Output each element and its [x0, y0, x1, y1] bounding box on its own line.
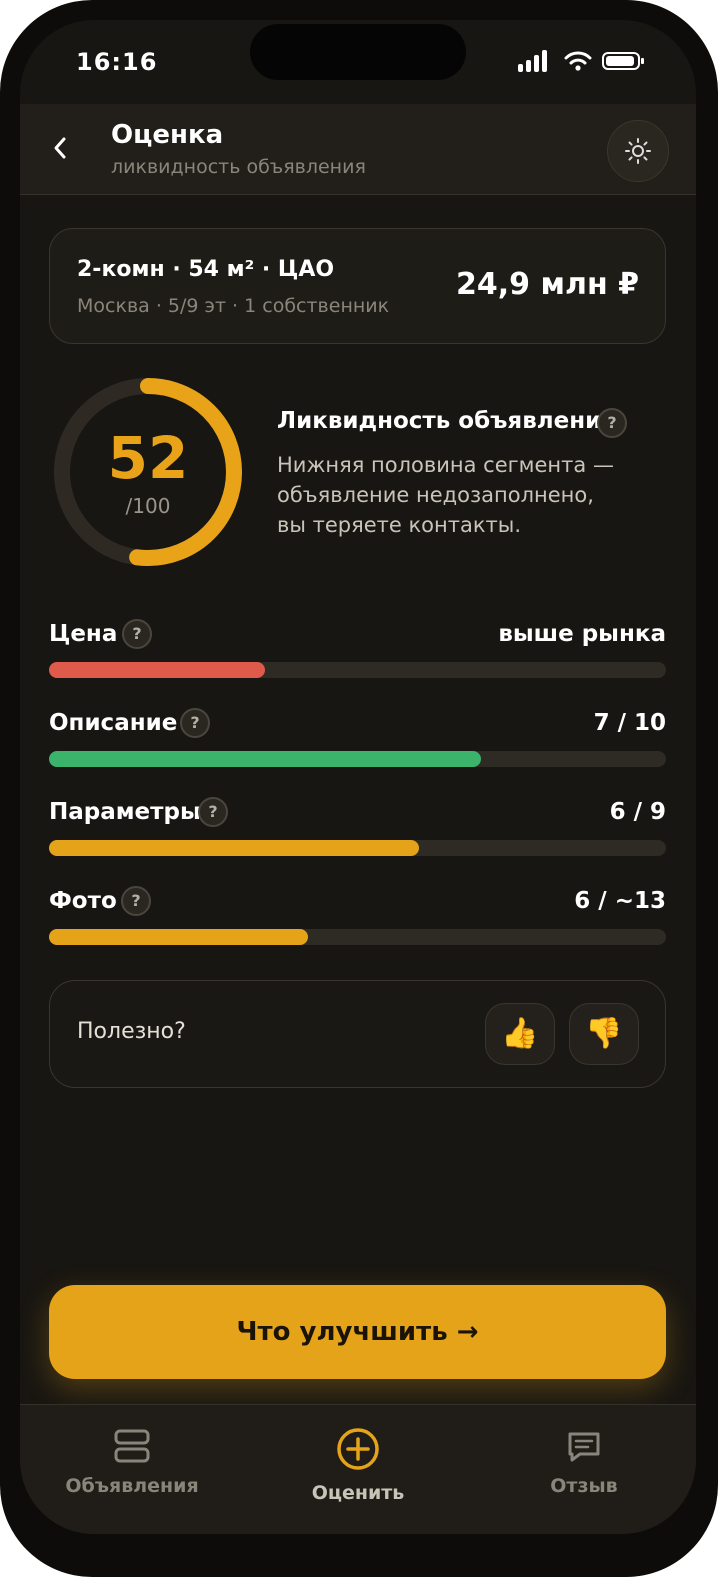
- tab-listings[interactable]: Объявления: [32, 1405, 232, 1515]
- improve-button[interactable]: Что улучшить →: [49, 1285, 666, 1379]
- metric-price: Цена ? выше рынка: [49, 618, 666, 688]
- thumbs-up-icon: 👍: [501, 1016, 539, 1051]
- liquidity-description-line: Нижняя половина сегмента —: [277, 453, 614, 477]
- thumbs-down-button[interactable]: 👎: [569, 1003, 639, 1065]
- metric-parameters: Параметры ? 6 / 9: [49, 796, 666, 866]
- metric-description: Описание ? 7 / 10: [49, 707, 666, 777]
- page-subtitle: ликвидность объявления: [111, 156, 366, 178]
- top-bar: Оценка ликвидность объявления: [20, 104, 696, 195]
- listing-meta: Москва · 5/9 эт · 1 собственник: [77, 295, 390, 317]
- dynamic-island: [250, 24, 466, 80]
- tab-label: Объявления: [65, 1475, 199, 1497]
- liquidity-description: Нижняя половина сегмента — объявление не…: [277, 450, 637, 540]
- metric-fill: [49, 929, 309, 945]
- metric-label: Фото: [49, 888, 117, 914]
- back-button[interactable]: [50, 130, 80, 166]
- metric-label: Параметры: [49, 799, 201, 825]
- liquidity-title: Ликвидность объявления: [277, 408, 616, 434]
- metric-value: выше рынка: [498, 621, 666, 647]
- feedback-card: Полезно? 👍 👎: [49, 980, 666, 1088]
- liquidity-description-line: объявление недозаполнено,: [277, 483, 594, 507]
- metric-fill: [49, 840, 420, 856]
- metric-help-button[interactable]: ?: [122, 619, 152, 649]
- metric-photo: Фото ? 6 / ~13: [49, 885, 666, 955]
- sun-icon: [625, 138, 651, 164]
- metric-help-button[interactable]: ?: [180, 708, 210, 738]
- metric-help-button[interactable]: ?: [198, 797, 228, 827]
- feedback-question: Полезно?: [77, 1019, 186, 1044]
- liquidity-description-line: вы теряете контакты.: [277, 513, 522, 537]
- tab-label: Отзыв: [550, 1475, 618, 1497]
- add-circle-icon: [337, 1428, 379, 1470]
- metric-help-button[interactable]: ?: [121, 886, 151, 916]
- thumbs-down-icon: 👎: [585, 1016, 623, 1051]
- listings-icon: [114, 1429, 150, 1463]
- metric-track: [49, 929, 666, 945]
- chevron-left-icon: [54, 137, 66, 159]
- thumbs-up-button[interactable]: 👍: [485, 1003, 555, 1065]
- feedback-icon: [568, 1432, 600, 1462]
- theme-toggle-button[interactable]: [607, 120, 669, 182]
- metric-track: [49, 840, 666, 856]
- tab-evaluate[interactable]: Оценить: [258, 1405, 458, 1515]
- metric-track: [49, 662, 666, 678]
- score-max: /100: [125, 494, 171, 518]
- status-time: 16:16: [76, 48, 158, 76]
- score-value: 52: [107, 424, 189, 492]
- tab-label: Оценить: [311, 1482, 405, 1504]
- metric-label: Цена: [49, 621, 118, 647]
- metric-value: 7 / 10: [593, 710, 666, 736]
- battery-icon: [602, 52, 644, 70]
- metric-value: 6 / ~13: [574, 888, 666, 914]
- listing-card: 2-комн · 54 м² · ЦАО Москва · 5/9 эт · 1…: [49, 228, 666, 344]
- phone-frame: 16:16 Оценка ликвидность объявления 2-ко…: [0, 0, 718, 1577]
- metric-fill: [49, 751, 481, 767]
- metric-label: Описание: [49, 710, 178, 736]
- liquidity-help-button[interactable]: ?: [597, 408, 627, 438]
- metric-value: 6 / 9: [609, 799, 666, 825]
- tab-feedback[interactable]: Отзыв: [484, 1405, 684, 1515]
- page-title: Оценка: [111, 120, 224, 150]
- tab-bar: Объявления Оценить Отзыв: [20, 1404, 696, 1534]
- metric-fill: [49, 662, 265, 678]
- metric-track: [49, 751, 666, 767]
- signal-icon: [518, 50, 550, 72]
- listing-price: 24,9 млн ₽: [455, 267, 639, 302]
- wifi-icon: [564, 51, 592, 71]
- listing-title: 2-комн · 54 м² · ЦАО: [77, 257, 335, 282]
- screen: 16:16 Оценка ликвидность объявления 2-ко…: [20, 20, 696, 1534]
